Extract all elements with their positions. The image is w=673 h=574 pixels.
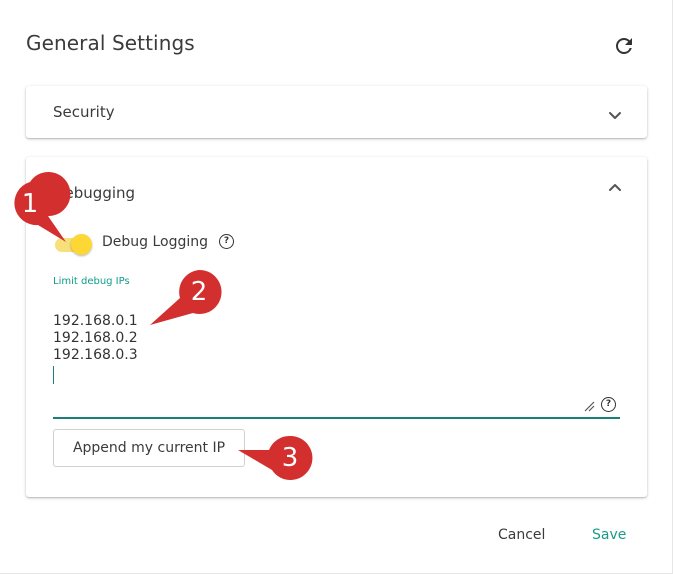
callout-marker-2: 2 xyxy=(150,269,222,325)
limit-debug-ips-field[interactable]: 192.168.0.1 192.168.0.2 192.168.0.3 xyxy=(53,313,620,419)
cancel-button[interactable]: Cancel xyxy=(498,527,545,543)
general-settings-dialog: General Settings Security Debugging Debu… xyxy=(0,0,673,574)
callout-number: 2 xyxy=(190,277,208,307)
dialog-title: General Settings xyxy=(26,31,195,55)
limit-debug-ips-label: Limit debug IPs xyxy=(53,276,130,287)
debugging-panel: Debugging Debug Logging ? Limit debug IP… xyxy=(26,157,647,497)
chevron-up-icon[interactable] xyxy=(606,179,624,197)
callout-number: 3 xyxy=(281,443,299,473)
security-panel-label: Security xyxy=(53,103,115,121)
security-panel-header[interactable] xyxy=(26,86,647,138)
text-caret xyxy=(53,366,54,384)
resize-handle-icon[interactable] xyxy=(583,397,595,412)
limit-debug-ips-textarea[interactable]: 192.168.0.1 192.168.0.2 192.168.0.3 xyxy=(53,313,593,364)
save-button[interactable]: Save xyxy=(592,527,626,543)
help-icon[interactable]: ? xyxy=(219,234,234,249)
security-panel: Security xyxy=(26,86,647,138)
help-icon[interactable]: ? xyxy=(601,397,616,412)
callout-marker-1: 1 xyxy=(8,172,71,242)
refresh-icon[interactable] xyxy=(612,34,636,58)
append-current-ip-button[interactable]: Append my current IP xyxy=(53,429,245,467)
chevron-down-icon[interactable] xyxy=(606,106,624,124)
callout-number: 1 xyxy=(21,189,39,219)
debug-logging-label: Debug Logging xyxy=(102,234,209,250)
callout-marker-3: 3 xyxy=(238,435,313,480)
